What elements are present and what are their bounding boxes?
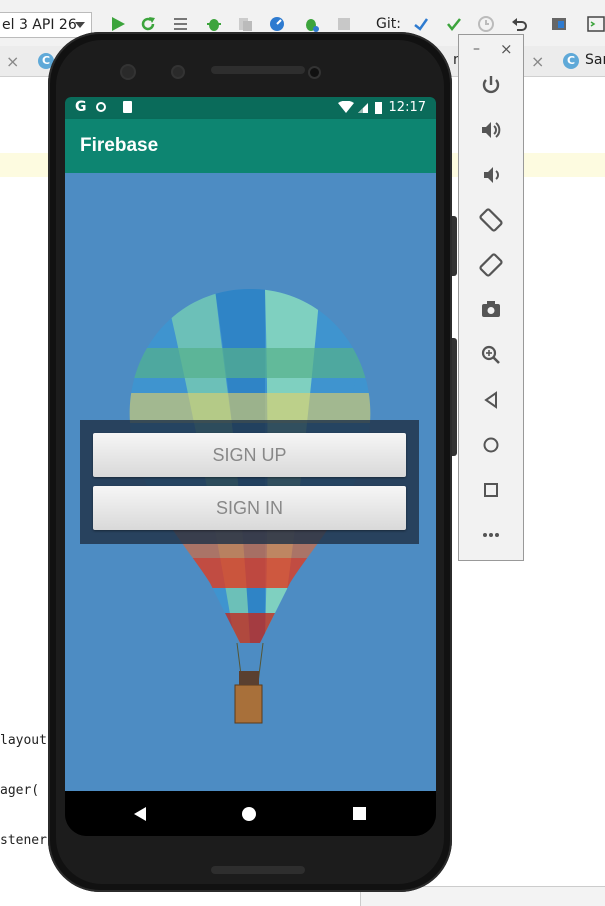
navigation-bar bbox=[65, 791, 436, 836]
code-line: layout bbox=[0, 733, 47, 748]
front-sensor-icon bbox=[122, 66, 134, 78]
project-structure-icon[interactable] bbox=[550, 15, 568, 33]
close-button[interactable]: × bbox=[500, 40, 513, 58]
history-icon[interactable] bbox=[477, 15, 495, 33]
rotate-left-icon[interactable] bbox=[478, 207, 504, 233]
app-bar: Firebase bbox=[65, 119, 436, 173]
bottom-speaker bbox=[211, 866, 305, 874]
phone-screen: G 12:17 Firebase SIGN UP SIGN IN bbox=[65, 97, 436, 836]
volume-side-button bbox=[452, 338, 457, 456]
minimize-button[interactable]: – bbox=[473, 41, 480, 57]
sync-icon bbox=[96, 102, 106, 112]
app-title: Firebase bbox=[80, 135, 159, 156]
sign-up-button[interactable]: SIGN UP bbox=[93, 433, 406, 477]
device-selector[interactable]: el 3 API 26 bbox=[0, 12, 92, 38]
front-camera-icon bbox=[310, 68, 319, 77]
apply-changes-icon[interactable] bbox=[139, 15, 157, 33]
close-icon[interactable]: × bbox=[6, 52, 19, 71]
revert-icon[interactable] bbox=[510, 15, 528, 33]
front-sensor-icon bbox=[173, 67, 183, 77]
power-icon[interactable] bbox=[478, 72, 504, 98]
overview-icon[interactable] bbox=[352, 806, 368, 822]
google-icon: G bbox=[75, 99, 87, 115]
code-line: ager( bbox=[0, 783, 40, 798]
camera-icon[interactable] bbox=[478, 297, 504, 323]
device-selector-label: el 3 API 26 bbox=[2, 17, 77, 33]
close-icon[interactable]: × bbox=[531, 52, 544, 71]
sd-card-icon bbox=[123, 101, 132, 113]
back-icon[interactable] bbox=[478, 387, 504, 413]
apply-code-icon[interactable] bbox=[172, 15, 190, 33]
profile-icon[interactable] bbox=[268, 15, 286, 33]
auth-panel: SIGN UP SIGN IN bbox=[80, 420, 419, 544]
stop-icon[interactable] bbox=[335, 15, 353, 33]
zoom-icon[interactable] bbox=[478, 342, 504, 368]
volume-down-icon[interactable] bbox=[478, 162, 504, 188]
back-icon[interactable] bbox=[132, 806, 148, 822]
volume-up-icon[interactable] bbox=[478, 117, 504, 143]
tab-label[interactable]: Sar bbox=[585, 52, 605, 68]
more-icon[interactable] bbox=[478, 522, 504, 548]
emulator-controls-panel: – × bbox=[458, 34, 524, 561]
git-update-icon[interactable] bbox=[412, 15, 430, 33]
overview-icon[interactable] bbox=[478, 477, 504, 503]
earpiece-speaker bbox=[211, 66, 305, 74]
attach-debugger-icon[interactable] bbox=[302, 15, 320, 33]
content-area: SIGN UP SIGN IN bbox=[65, 173, 436, 791]
debug-icon[interactable] bbox=[205, 15, 223, 33]
run-icon[interactable] bbox=[109, 15, 127, 33]
home-icon[interactable] bbox=[241, 806, 257, 822]
class-icon: C bbox=[563, 53, 579, 69]
signal-battery-icon bbox=[338, 101, 382, 114]
git-commit-icon[interactable] bbox=[445, 15, 463, 33]
sign-in-button[interactable]: SIGN IN bbox=[93, 486, 406, 530]
attach-icon[interactable] bbox=[236, 15, 254, 33]
home-icon[interactable] bbox=[478, 432, 504, 458]
code-line: stener bbox=[0, 833, 47, 848]
rotate-right-icon[interactable] bbox=[478, 252, 504, 278]
status-bar: G 12:17 bbox=[65, 97, 436, 119]
chevron-down-icon[interactable] bbox=[75, 22, 85, 28]
terminal-icon[interactable] bbox=[587, 15, 605, 33]
power-side-button bbox=[452, 216, 457, 276]
status-time: 12:17 bbox=[388, 100, 426, 115]
git-label: Git: bbox=[376, 16, 401, 32]
